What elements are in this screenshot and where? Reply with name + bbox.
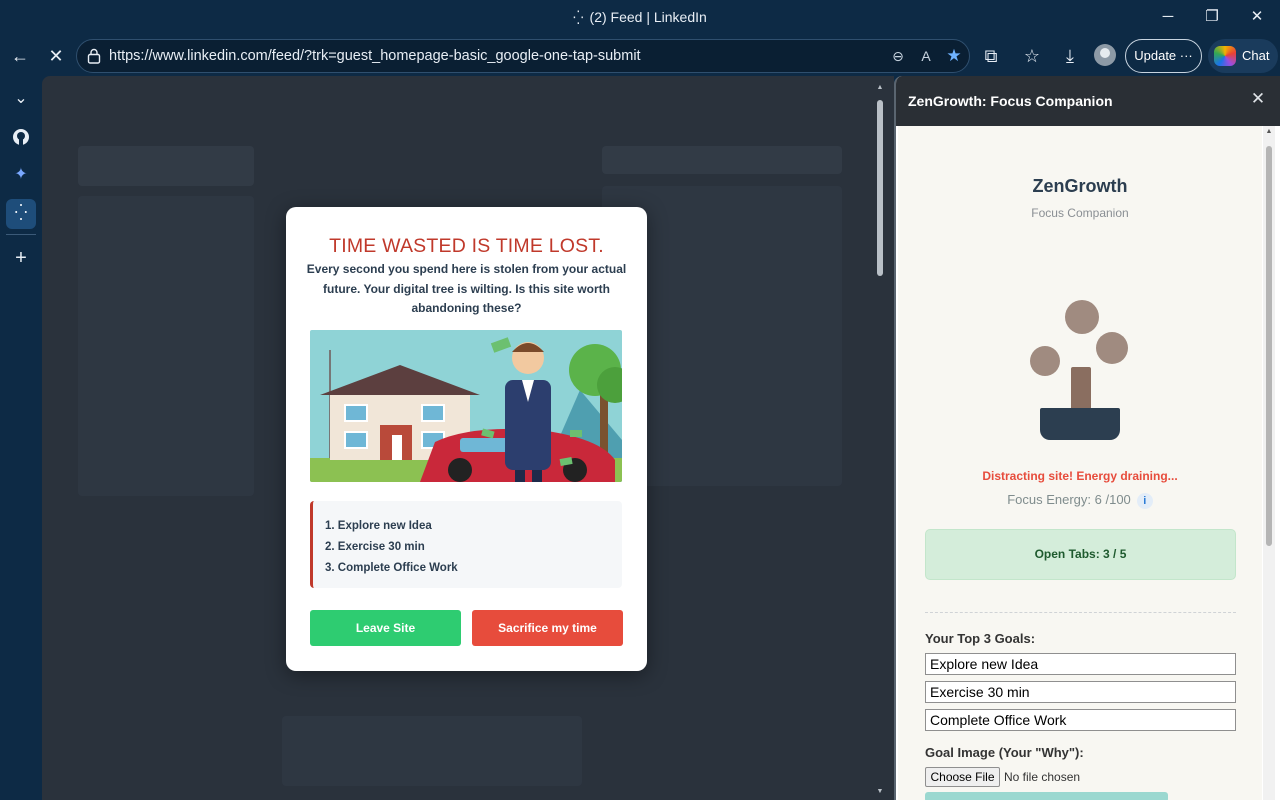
browser-toolbar: ← ✕ https://www.linkedin.com/feed/?trk=g… — [0, 36, 1280, 76]
stop-loading-icon[interactable]: ✕ — [44, 44, 68, 68]
open-tabs-status: Open Tabs: 3 / 5 — [925, 529, 1236, 580]
favorites-icon[interactable]: ☆ — [1020, 44, 1044, 68]
restore-button[interactable]: ❐ — [1201, 6, 1223, 28]
app-name: ZenGrowth — [1032, 176, 1128, 196]
panel-body: ZenGrowth Focus Companion Distracting si… — [898, 126, 1262, 800]
chat-button[interactable]: Chat — [1208, 39, 1278, 73]
github-icon[interactable] — [6, 122, 36, 152]
panel-header: ZenGrowth: Focus Companion ✕ — [896, 76, 1280, 126]
list-item: 2. Exercise 30 min — [325, 541, 425, 553]
page-scrollbar[interactable]: ▲ ▼ — [876, 84, 884, 796]
lock-icon — [87, 48, 101, 64]
scrollbar-thumb[interactable] — [877, 100, 883, 276]
close-panel-icon[interactable]: ✕ — [1248, 89, 1268, 109]
sidebar-divider — [6, 234, 36, 235]
chevron-down-icon[interactable]: ⌄ — [6, 84, 36, 114]
app-subtitle: Focus Companion — [1031, 206, 1129, 220]
info-icon[interactable]: i — [1136, 493, 1153, 509]
panel-scrollbar[interactable]: ▲ — [1263, 126, 1275, 800]
modal-message: Every second you spend here is stolen fr… — [306, 262, 627, 315]
add-icon[interactable]: + — [6, 243, 36, 273]
window-title: ⁛ (2) Feed | LinkedIn — [573, 9, 707, 25]
goals-list: 1. Explore new Idea 2. Exercise 30 min 3… — [310, 501, 622, 588]
scroll-up-arrow-icon[interactable]: ▲ — [1263, 128, 1275, 138]
profile-avatar[interactable] — [1094, 44, 1116, 66]
update-button[interactable]: Update ··· — [1125, 39, 1202, 73]
minimize-button[interactable]: ─ — [1157, 6, 1179, 28]
scroll-up-arrow-icon[interactable]: ▲ — [876, 84, 884, 92]
distraction-warning: Distracting site! Energy draining... — [982, 469, 1178, 483]
list-item: 3. Complete Office Work — [325, 562, 458, 574]
back-arrow-icon[interactable]: ← — [8, 44, 32, 68]
extensions-icon[interactable]: ⧉ — [979, 44, 1003, 68]
no-file-text: No file chosen — [1004, 770, 1081, 784]
leave-site-button[interactable]: Leave Site — [310, 610, 461, 646]
copilot-sparkle-icon[interactable]: ✦ — [6, 160, 36, 190]
url-text[interactable]: https://www.linkedin.com/feed/?trk=guest… — [109, 48, 641, 64]
read-aloud-icon[interactable]: A — [916, 46, 936, 66]
placeholder-block — [78, 146, 254, 186]
placeholder-block — [282, 716, 582, 786]
goal-input-2[interactable]: Exercise 30 min — [925, 681, 1236, 703]
modal-title: TIME WASTED IS TIME LOST. — [329, 235, 604, 257]
time-wasted-modal: TIME WASTED IS TIME LOST. Every second y… — [286, 207, 647, 671]
goal-input-3[interactable]: Complete Office Work — [925, 709, 1236, 731]
scrollbar-thumb[interactable] — [1266, 146, 1272, 546]
goals-label: Your Top 3 Goals: — [925, 631, 1036, 646]
zoom-out-icon[interactable]: ⊖ — [888, 46, 908, 66]
downloads-icon[interactable]: ⤓ — [1058, 44, 1082, 68]
zengrowth-side-panel: ZenGrowth: Focus Companion ✕ ZenGrowth F… — [894, 76, 1280, 800]
wilting-tree-icon — [1030, 296, 1130, 448]
panel-title: ZenGrowth: Focus Companion — [908, 93, 1113, 109]
scroll-down-arrow-icon[interactable]: ▼ — [876, 788, 884, 796]
loading-icon: ⁛ — [573, 10, 583, 25]
list-item: 1. Explore new Idea — [325, 520, 432, 532]
copilot-icon — [1214, 46, 1236, 66]
focus-energy: Focus Energy: 6 /100 i — [898, 492, 1262, 509]
goal-image-label: Goal Image (Your "Why"): — [925, 745, 1084, 760]
close-window-button[interactable]: ✕ — [1246, 6, 1268, 28]
choose-file-button[interactable]: Choose File — [925, 767, 1000, 787]
section-divider — [925, 612, 1236, 613]
zengrowth-extension-icon[interactable]: ⁛ — [6, 199, 36, 229]
sacrifice-time-button[interactable]: Sacrifice my time — [472, 610, 623, 646]
placeholder-block — [78, 196, 254, 496]
title-bar: ⁛ (2) Feed | LinkedIn ─ ❐ ✕ — [0, 0, 1280, 36]
placeholder-block — [602, 146, 842, 174]
goal-input-1[interactable]: Explore new Idea — [925, 653, 1236, 675]
browser-sidebar: ⌄ ✦ ⁛ + — [0, 76, 42, 800]
goal-image — [310, 330, 622, 482]
favorite-star-icon[interactable]: ★ — [944, 46, 964, 66]
save-button[interactable] — [925, 792, 1168, 800]
address-bar[interactable]: https://www.linkedin.com/feed/?trk=guest… — [76, 39, 970, 73]
